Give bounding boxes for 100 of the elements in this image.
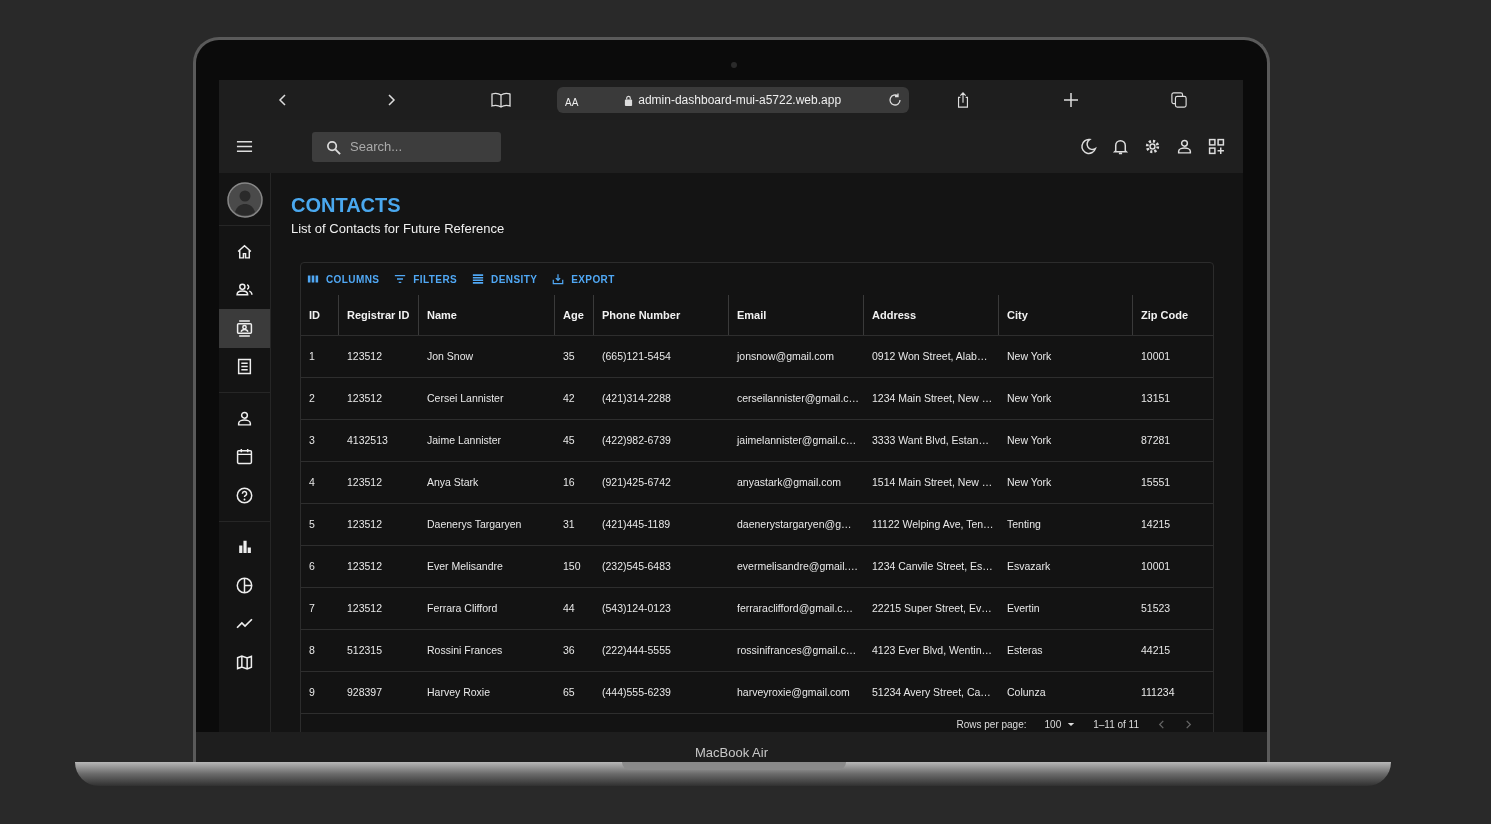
table-cell: 15551 — [1133, 461, 1213, 503]
page-subtitle: List of Contacts for Future Reference — [291, 221, 506, 236]
toolbar-button[interactable]: FILTERS — [394, 271, 458, 287]
toolbar-button[interactable]: DENSITY — [472, 271, 538, 287]
table-cell: Colunza — [999, 671, 1133, 713]
calendar-icon — [236, 448, 253, 466]
table-cell: ferraraclifford@gmail.c… — [729, 587, 864, 629]
table-cell: 36 — [555, 629, 594, 671]
table-cell: 42 — [555, 377, 594, 419]
table-cell: 51234 Avery Street, Ca… — [864, 671, 999, 713]
table-cell: New York — [999, 461, 1133, 503]
table-cell: 7 — [301, 587, 339, 629]
table-cell: 4132513 — [339, 419, 419, 461]
menu-icon[interactable] — [236, 138, 253, 155]
table-cell: evermelisandre@gmail.… — [729, 545, 864, 587]
grid-plus-icon[interactable] — [1208, 138, 1225, 155]
previous-page-icon[interactable] — [1157, 720, 1166, 729]
table-cell: 9 — [301, 671, 339, 713]
table-cell: 0912 Won Street, Alab… — [864, 335, 999, 377]
next-page-icon[interactable] — [1184, 720, 1193, 729]
sidebar-item[interactable] — [219, 309, 270, 348]
toolbar-button[interactable]: COLUMNS — [307, 271, 380, 287]
rows-per-page-select[interactable]: 100 — [1044, 719, 1076, 730]
table-cell: 1514 Main Street, New … — [864, 461, 999, 503]
table-cell: 1234 Main Street, New … — [864, 377, 999, 419]
caret-icon — [1067, 722, 1076, 727]
bar-chart-icon — [236, 538, 253, 556]
table-cell: 512315 — [339, 629, 419, 671]
table-cell: jaimelannister@gmail.c… — [729, 419, 864, 461]
table-cell: 10001 — [1133, 545, 1213, 587]
table-cell: 65 — [555, 671, 594, 713]
share-icon[interactable] — [955, 92, 971, 108]
moon-icon[interactable] — [1080, 138, 1097, 155]
plus-icon[interactable] — [1063, 92, 1079, 108]
table-cell: Daenerys Targaryen — [419, 503, 555, 545]
settings-icon[interactable] — [1144, 138, 1161, 155]
column-header[interactable]: City — [999, 295, 1133, 335]
column-header[interactable]: Address — [864, 295, 999, 335]
table-cell: Esvazark — [999, 545, 1133, 587]
table-cell: 44 — [555, 587, 594, 629]
table-cell: (422)982-6739 — [594, 419, 729, 461]
person-icon[interactable] — [1176, 138, 1193, 155]
table-cell: 5 — [301, 503, 339, 545]
column-header[interactable]: ID — [301, 295, 339, 335]
table-cell: 6 — [301, 545, 339, 587]
column-header[interactable]: Email — [729, 295, 864, 335]
pie-chart-icon — [236, 576, 253, 594]
filter-icon — [394, 273, 407, 285]
table-cell: Evertin — [999, 587, 1133, 629]
table-cell: cerseilannister@gmail.c… — [729, 377, 864, 419]
table-cell: Cersei Lannister — [419, 377, 555, 419]
table-cell: New York — [999, 335, 1133, 377]
table-cell: 1234 Canvile Street, Es… — [864, 545, 999, 587]
column-header[interactable]: Name — [419, 295, 555, 335]
person-icon — [236, 409, 253, 427]
text-size-button[interactable]: AA — [565, 92, 579, 108]
table-cell: 3333 Want Blvd, Estan… — [864, 419, 999, 461]
page-range: 1–11 of 11 — [1093, 719, 1139, 730]
map-icon — [236, 653, 253, 671]
table-cell: Rossini Frances — [419, 629, 555, 671]
table-cell: (421)445-1189 — [594, 503, 729, 545]
table-cell: 51523 — [1133, 587, 1213, 629]
table-cell: anyastark@gmail.com — [729, 461, 864, 503]
table-cell: daenerystargaryen@g… — [729, 503, 864, 545]
book-icon[interactable] — [491, 92, 511, 108]
reload-icon[interactable] — [887, 92, 903, 108]
address-bar[interactable]: AA admin-dashboard-mui-a5722.web.app — [557, 87, 909, 113]
tabs-icon[interactable] — [1171, 92, 1187, 108]
column-header[interactable]: Age — [555, 295, 594, 335]
rows-per-page-label: Rows per page: — [956, 719, 1027, 730]
table-cell: 87281 — [1133, 419, 1213, 461]
table-cell: (222)444-5555 — [594, 629, 729, 671]
table-cell: 35 — [555, 335, 594, 377]
avatar[interactable] — [226, 182, 263, 218]
table-cell: rossinifrances@gmail.c… — [729, 629, 864, 671]
table-cell: 13151 — [1133, 377, 1213, 419]
table-cell: 123512 — [339, 461, 419, 503]
table-cell: harveyroxie@gmail.com — [729, 671, 864, 713]
table-cell: 16 — [555, 461, 594, 503]
table-cell: (665)121-5454 — [594, 335, 729, 377]
column-header[interactable]: Phone Number — [594, 295, 729, 335]
table-cell: 4 — [301, 461, 339, 503]
table-cell: 123512 — [339, 587, 419, 629]
table-cell: 22215 Super Street, Ev… — [864, 587, 999, 629]
column-header[interactable]: Registrar ID — [339, 295, 419, 335]
bell-icon[interactable] — [1112, 138, 1129, 155]
receipt-icon — [236, 358, 253, 376]
table-cell: 1 — [301, 335, 339, 377]
column-header[interactable]: Zip Code — [1133, 295, 1213, 335]
camera-dot — [731, 62, 737, 68]
table-cell: (921)425-6742 — [594, 461, 729, 503]
table-cell: 44215 — [1133, 629, 1213, 671]
table-cell: 10001 — [1133, 335, 1213, 377]
table-cell: (543)124-0123 — [594, 587, 729, 629]
table-cell: Jaime Lannister — [419, 419, 555, 461]
columns-icon — [307, 273, 319, 285]
search-field[interactable]: Search... — [312, 131, 501, 162]
toolbar-button[interactable]: EXPORT — [552, 271, 615, 287]
table-cell: (421)314-2288 — [594, 377, 729, 419]
table-cell: 31 — [555, 503, 594, 545]
